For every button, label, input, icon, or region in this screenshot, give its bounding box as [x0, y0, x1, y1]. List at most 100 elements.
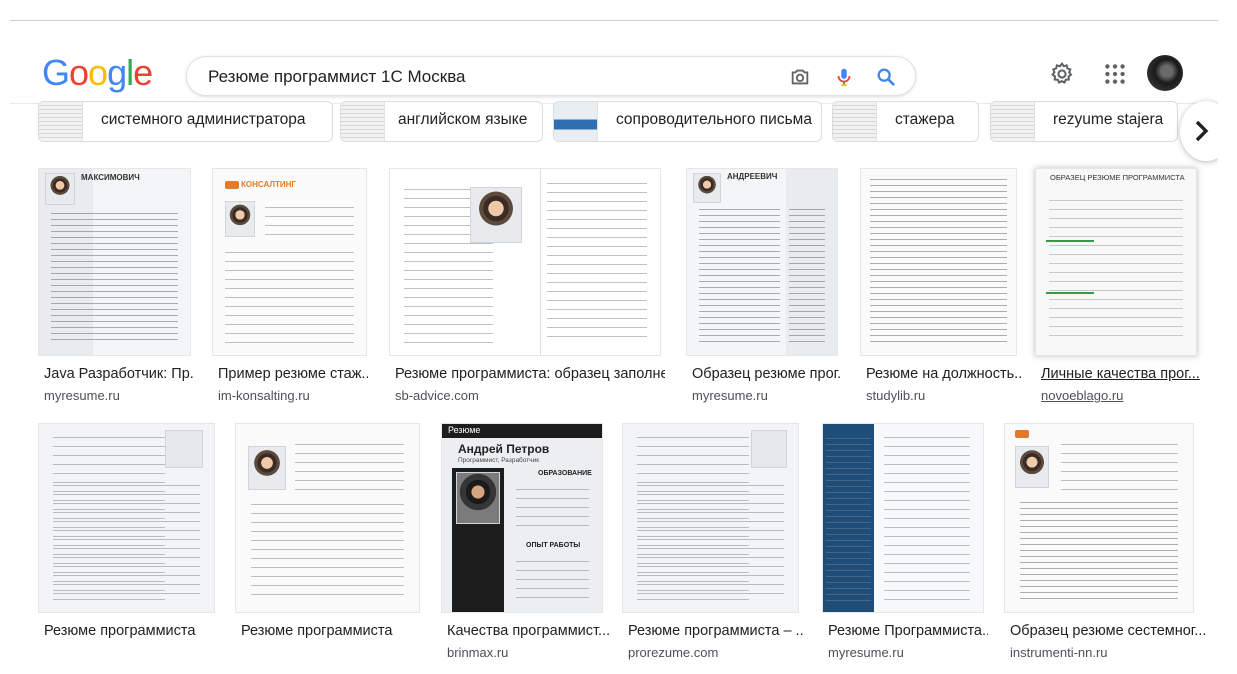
browser-frame: Google Резюме программист 1С Москва сист… — [10, 20, 1218, 670]
result-thumbnail[interactable] — [235, 423, 420, 613]
result-source[interactable]: myresume.ru — [44, 388, 120, 403]
search-box[interactable]: Резюме программист 1С Москва — [186, 56, 916, 96]
account-avatar[interactable] — [1147, 55, 1183, 91]
resume-text-lines — [870, 176, 1007, 344]
resume-text-lines — [789, 206, 825, 344]
resume-photo — [45, 173, 75, 205]
logo-letter: o — [69, 52, 89, 93]
section-heading: ОБРАЗОВАНИЕ — [538, 470, 592, 477]
resume-heading: КОНСАЛТИНГ — [241, 180, 296, 189]
resume-text-lines — [294, 439, 405, 492]
image-result[interactable]: Резюме на должность... studylib.ru — [860, 168, 1021, 403]
chip-related-search[interactable]: английском языке — [340, 101, 543, 142]
resume-text-lines — [51, 209, 178, 344]
microphone-icon[interactable] — [833, 66, 855, 88]
settings-gear-icon[interactable] — [1049, 61, 1075, 87]
chip-related-search[interactable]: rezyume stajera — [990, 101, 1178, 142]
result-title[interactable]: Образец резюме прог... — [692, 366, 842, 382]
chip-related-search[interactable]: стажера — [832, 101, 979, 142]
result-thumbnail[interactable]: МАКСИМОВИЧ — [38, 168, 191, 356]
result-source[interactable]: studylib.ru — [866, 388, 925, 403]
resume-photo — [248, 446, 286, 490]
logo-letter: G — [42, 52, 70, 93]
chip-thumbnail — [39, 102, 83, 141]
camera-icon[interactable] — [789, 66, 811, 88]
image-result[interactable]: Резюме программиста – ... prorezume.com — [622, 423, 803, 663]
resume-text-lines — [515, 555, 590, 601]
image-result[interactable]: ОБРАЗЕЦ РЕЗЮМЕ ПРОГРАММИСТА Личные качес… — [1035, 168, 1200, 403]
resume-photo — [693, 173, 721, 203]
result-title[interactable]: Образец резюме сестемног... — [1010, 623, 1206, 639]
resume-text-lines — [637, 480, 784, 601]
resume-photo — [456, 472, 500, 524]
result-title[interactable]: Резюме программиста – ... — [628, 623, 803, 639]
result-thumbnail[interactable] — [38, 423, 215, 613]
image-result[interactable]: Образец резюме сестемног... instrumenti-… — [1004, 423, 1206, 663]
resume-photo — [165, 430, 203, 468]
result-thumbnail[interactable] — [389, 168, 661, 356]
chip-thumbnail — [341, 102, 385, 141]
resume-text-lines — [1048, 195, 1184, 344]
image-result[interactable]: Резюме Андрей Петров Программист, Разраб… — [441, 423, 609, 663]
chip-thumbnail — [833, 102, 877, 141]
result-title[interactable]: Пример резюме стаж... — [218, 366, 368, 382]
result-thumbnail[interactable] — [822, 423, 984, 613]
image-result[interactable]: МАКСИМОВИЧ Java Разработчик: Пр... myres… — [38, 168, 194, 403]
chips-next-button[interactable] — [1180, 101, 1218, 161]
result-title[interactable]: Java Разработчик: Пр... — [44, 366, 194, 382]
result-thumbnail[interactable]: ОБРАЗЕЦ РЕЗЮМЕ ПРОГРАММИСТА — [1035, 168, 1197, 356]
result-source[interactable]: sb-advice.com — [395, 388, 479, 403]
green-section-line — [1045, 291, 1094, 294]
image-result[interactable]: Резюме программиста — [38, 423, 218, 663]
resume-text-lines — [225, 247, 354, 344]
result-source[interactable]: prorezume.com — [628, 645, 718, 660]
resume-text-lines — [546, 178, 647, 344]
chip-label: rezyume stajera — [1053, 111, 1164, 128]
green-section-line — [1045, 239, 1094, 242]
result-source[interactable]: instrumenti-nn.ru — [1010, 645, 1108, 660]
chip-related-search[interactable]: сопроводительного письма — [553, 101, 822, 142]
resume-photo — [470, 187, 522, 243]
resume-text-lines — [883, 431, 971, 601]
google-logo[interactable]: Google — [42, 52, 153, 93]
resume-text-lines — [1061, 439, 1178, 492]
search-input[interactable]: Резюме программист 1С Москва — [208, 67, 466, 87]
result-thumbnail[interactable]: АНДРЕЕВИЧ — [686, 168, 838, 356]
chip-related-search[interactable]: системного администратора — [38, 101, 333, 142]
resume-text-lines — [53, 480, 200, 601]
result-source[interactable]: im-konsalting.ru — [218, 388, 310, 403]
result-source[interactable]: myresume.ru — [828, 645, 904, 660]
konsalting-logo — [225, 181, 239, 189]
resume-heading: МАКСИМОВИЧ — [81, 173, 140, 182]
result-source[interactable]: myresume.ru — [692, 388, 768, 403]
result-title[interactable]: Качества программист... — [447, 623, 609, 639]
result-thumbnail[interactable] — [1004, 423, 1194, 613]
result-thumbnail[interactable] — [860, 168, 1017, 356]
image-result[interactable]: Резюме программиста — [235, 423, 423, 663]
search-icon[interactable] — [875, 66, 897, 88]
result-source[interactable]: brinmax.ru — [447, 645, 508, 660]
resume-heading: ОБРАЗЕЦ РЕЗЮМЕ ПРОГРАММИСТА — [1050, 173, 1185, 182]
result-title[interactable]: Личные качества прог... — [1041, 366, 1201, 382]
result-title[interactable]: Резюме программиста — [241, 623, 421, 639]
logo-letter: l — [126, 52, 134, 93]
result-thumbnail[interactable]: Резюме Андрей Петров Программист, Разраб… — [441, 423, 603, 613]
image-result[interactable]: Резюме Программиста... myresume.ru — [822, 423, 988, 663]
resume-heading: АНДРЕЕВИЧ — [727, 172, 778, 181]
logo-letter: o — [88, 52, 108, 93]
result-thumbnail[interactable]: КОНСАЛТИНГ — [212, 168, 367, 356]
logo-letter: e — [133, 52, 153, 93]
result-title[interactable]: Резюме программиста: образец заполне... — [395, 366, 665, 382]
result-title[interactable]: Резюме программиста — [44, 623, 219, 639]
image-result[interactable]: АНДРЕЕВИЧ Образец резюме прог... myresum… — [686, 168, 842, 403]
image-result[interactable]: Резюме программиста: образец заполне... … — [389, 168, 665, 403]
result-title[interactable]: Резюме на должность... — [866, 366, 1021, 382]
result-source[interactable]: novoeblago.ru — [1041, 388, 1123, 403]
chip-label: английском языке — [398, 111, 528, 128]
chip-label: стажера — [895, 111, 955, 128]
image-result[interactable]: КОНСАЛТИНГ Пример резюме стаж... im-kons… — [212, 168, 369, 403]
result-thumbnail[interactable] — [622, 423, 799, 613]
apps-grid-icon[interactable] — [1102, 61, 1128, 87]
result-title[interactable]: Резюме Программиста... — [828, 623, 988, 639]
resume-text-lines — [1020, 499, 1178, 601]
